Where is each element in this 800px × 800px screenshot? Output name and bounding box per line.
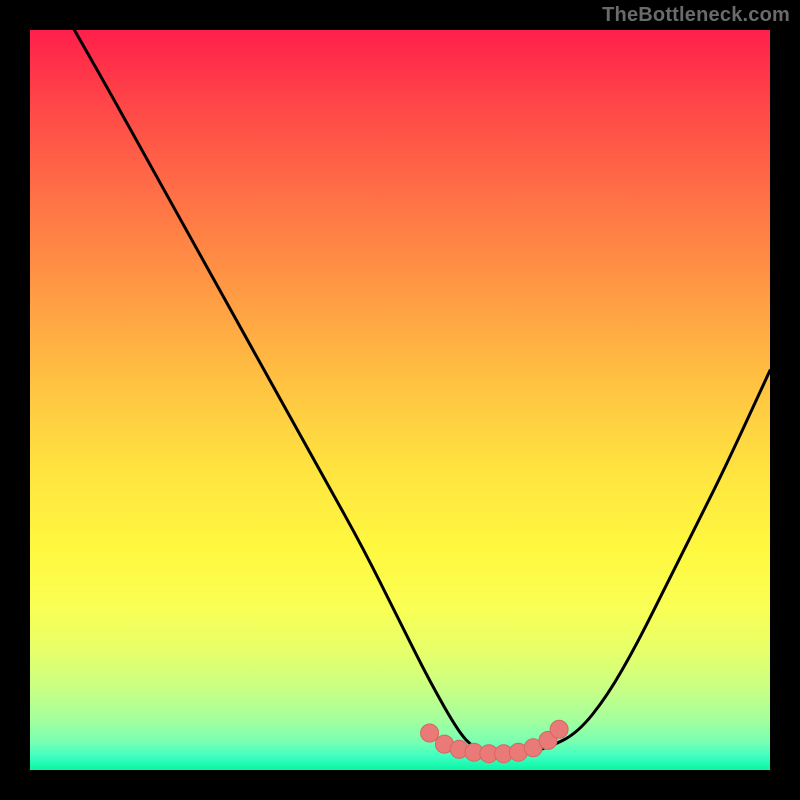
- trough-marker: [550, 720, 568, 738]
- watermark-text: TheBottleneck.com: [602, 4, 790, 27]
- chart-frame: TheBottleneck.com: [0, 0, 800, 800]
- plot-area: [30, 30, 770, 770]
- curve-svg: [30, 30, 770, 770]
- bottleneck-curve: [74, 30, 770, 755]
- trough-markers: [421, 720, 568, 762]
- trough-marker: [421, 724, 439, 742]
